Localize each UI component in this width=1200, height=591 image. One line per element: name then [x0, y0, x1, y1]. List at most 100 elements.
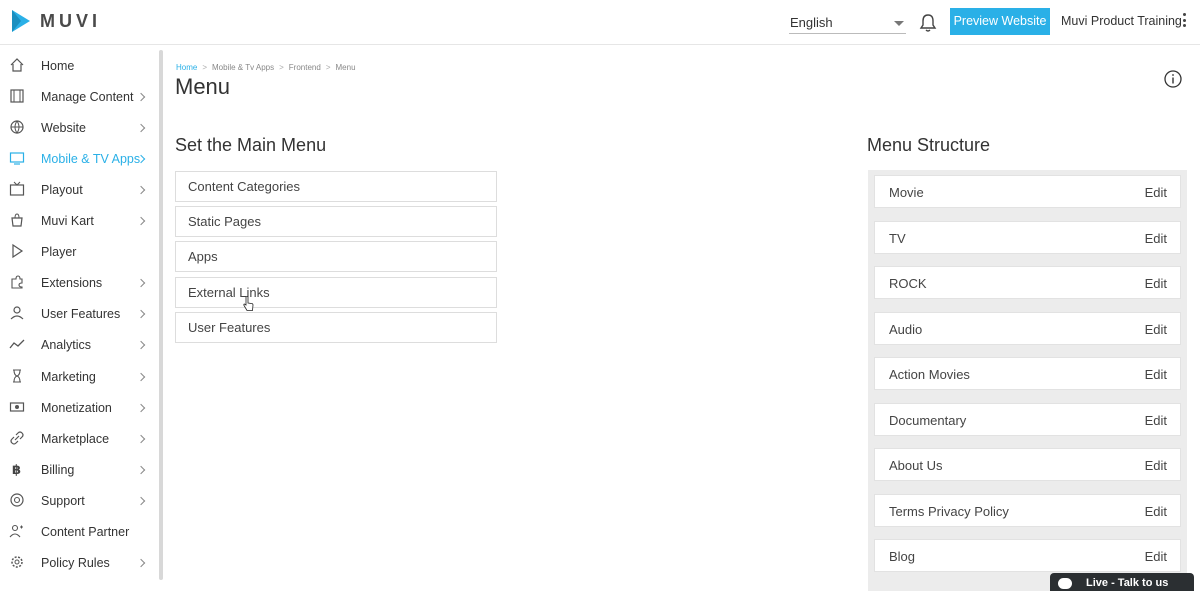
- menu-structure-item-name: Audio: [889, 321, 923, 337]
- menu-structure-item-name: ROCK: [889, 276, 927, 291]
- bell-icon[interactable]: [919, 13, 937, 33]
- link-icon: [10, 430, 24, 445]
- sidebar: Home Manage Content Website Mobile & TV App…: [0, 46, 160, 591]
- sidebar-item-mobile-tv-apps[interactable]: Mobile & TV Apps: [0, 143, 160, 174]
- edit-link[interactable]: Edit: [1145, 322, 1167, 337]
- gear-icon: [11, 556, 23, 568]
- sidebar-item-manage-content[interactable]: Manage Content: [0, 81, 160, 112]
- chevron-right-icon: [136, 341, 146, 350]
- hourglass-icon: [13, 368, 21, 383]
- sidebar-item-billing[interactable]: ฿ Billing: [0, 454, 160, 485]
- muvi-logo-icon: [12, 10, 30, 32]
- trend-icon: [9, 339, 25, 349]
- edit-link[interactable]: Edit: [1145, 367, 1167, 382]
- sidebar-item-website[interactable]: Website: [0, 112, 160, 143]
- menu-structure-row[interactable]: Audio Edit: [874, 311, 1181, 345]
- sidebar-item-label: Muvi Kart: [41, 214, 94, 229]
- language-value: English: [790, 15, 833, 30]
- chevron-down-icon: [894, 21, 904, 26]
- edit-link[interactable]: Edit: [1145, 504, 1167, 519]
- preview-website-button[interactable]: Preview Website: [950, 8, 1050, 35]
- edit-link[interactable]: Edit: [1145, 413, 1167, 428]
- home-icon: [10, 58, 24, 72]
- sidebar-item-policy-rules[interactable]: Policy Rules: [0, 547, 160, 578]
- partner-icon: [9, 524, 23, 538]
- brand-logo[interactable]: MUVI: [10, 8, 101, 34]
- puzzle-icon: [11, 275, 23, 289]
- menu-structure-row[interactable]: Movie Edit: [874, 175, 1181, 208]
- more-options-icon[interactable]: [1179, 13, 1189, 29]
- monitor-icon: [9, 152, 25, 165]
- chevron-right-icon: [136, 372, 146, 381]
- chevron-right-icon: [136, 123, 146, 133]
- edit-link[interactable]: Edit: [1145, 276, 1167, 291]
- menu-structure-row[interactable]: ROCK Edit: [874, 266, 1181, 299]
- edit-link[interactable]: Edit: [1145, 185, 1167, 200]
- sidebar-scrollbar[interactable]: [159, 50, 163, 580]
- menu-structure-row[interactable]: Blog Edit: [874, 539, 1181, 572]
- user-icon: [10, 306, 24, 320]
- main-menu-item-content-categories[interactable]: Content Categories: [175, 171, 497, 202]
- sidebar-item-muvi-kart[interactable]: Muvi Kart: [0, 205, 160, 236]
- chat-label: Live - Talk to us: [1086, 577, 1169, 589]
- sidebar-item-label: Manage Content: [41, 90, 134, 105]
- sidebar-item-analytics[interactable]: Analytics: [0, 329, 160, 360]
- menu-structure-row[interactable]: Documentary Edit: [874, 402, 1181, 436]
- sidebar-item-home[interactable]: Home: [0, 50, 160, 81]
- sidebar-item-label: Home: [41, 59, 75, 73]
- globe-icon: [10, 120, 24, 134]
- menu-structure-row[interactable]: Terms Privacy Policy Edit: [874, 493, 1181, 527]
- menu-structure-row[interactable]: About Us Edit: [874, 448, 1181, 481]
- sidebar-item-label: Monetization: [41, 400, 112, 415]
- main-menu-item-apps[interactable]: Apps: [175, 241, 497, 272]
- edit-link[interactable]: Edit: [1145, 458, 1167, 473]
- sidebar-item-label: User Features: [41, 307, 121, 322]
- info-icon[interactable]: [1164, 70, 1182, 88]
- brand-name: MUVI: [40, 10, 101, 31]
- menu-structure-row[interactable]: Action Movies Edit: [874, 357, 1181, 390]
- breadcrumb: Home > Mobile & Tv Apps > Frontend > Menu: [176, 63, 356, 72]
- main-menu-item-static-pages[interactable]: Static Pages: [175, 206, 497, 237]
- live-chat-widget[interactable]: Live - Talk to us: [1050, 573, 1194, 591]
- sidebar-item-label: Player: [41, 245, 77, 260]
- breadcrumb-mobile-tv-apps[interactable]: Mobile & Tv Apps: [212, 63, 274, 72]
- chevron-right-icon: [136, 92, 146, 102]
- sidebar-item-monetization[interactable]: Monetization: [0, 392, 160, 423]
- language-select[interactable]: English: [789, 12, 906, 34]
- sidebar-item-marketing[interactable]: Marketing: [0, 361, 160, 392]
- film-icon: [10, 89, 24, 103]
- sidebar-item-user-features[interactable]: User Features: [0, 298, 160, 329]
- sidebar-item-content-partner[interactable]: Content Partner: [0, 516, 160, 547]
- lifebuoy-icon: [10, 493, 24, 507]
- breadcrumb-home[interactable]: Home: [176, 63, 197, 72]
- account-name[interactable]: Muvi Product Training: [1061, 14, 1182, 28]
- main-menu-item-external-links[interactable]: External Links: [175, 277, 497, 308]
- sidebar-item-playout[interactable]: Playout: [0, 174, 160, 205]
- sidebar-item-support[interactable]: Support: [0, 485, 160, 516]
- menu-structure-item-name: Terms Privacy Policy: [889, 503, 1009, 519]
- menu-structure-item-name: TV: [889, 230, 906, 246]
- page-title: Menu: [175, 74, 231, 99]
- main-menu-item-user-features[interactable]: User Features: [175, 312, 497, 343]
- bitcoin-icon: ฿: [12, 463, 21, 477]
- sidebar-item-label: Marketing: [41, 369, 96, 384]
- chevron-right-icon: [136, 465, 146, 474]
- chevron-right-icon: [136, 403, 146, 412]
- edit-link[interactable]: Edit: [1145, 231, 1167, 246]
- main-menu-title: Set the Main Menu: [175, 135, 327, 155]
- menu-structure-row[interactable]: TV Edit: [874, 220, 1181, 254]
- sidebar-item-marketplace[interactable]: Marketplace: [0, 423, 160, 454]
- menu-structure-item-name: Blog: [889, 549, 916, 564]
- sidebar-item-label: Billing: [41, 462, 75, 477]
- breadcrumb-frontend[interactable]: Frontend: [289, 63, 321, 72]
- top-header: MUVI English Preview Website Muvi Produc…: [0, 0, 1200, 45]
- chat-bubble-icon: [1058, 578, 1072, 589]
- sidebar-item-label: Support: [41, 493, 85, 508]
- sidebar-item-label: Policy Rules: [41, 555, 110, 570]
- sidebar-item-extensions[interactable]: Extensions: [0, 267, 160, 298]
- sidebar-item-label: Content Partner: [41, 524, 130, 539]
- sidebar-item-player[interactable]: Player: [0, 236, 160, 267]
- sidebar-item-label: Playout: [41, 183, 83, 198]
- edit-link[interactable]: Edit: [1145, 549, 1167, 564]
- menu-structure-item-name: About Us: [889, 458, 943, 473]
